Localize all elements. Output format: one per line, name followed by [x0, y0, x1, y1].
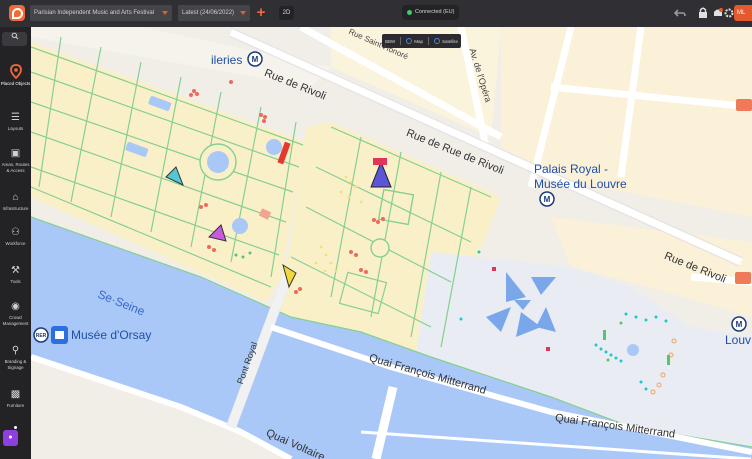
- chevron-down-icon: [240, 11, 246, 15]
- metro-louvre-rivoli-icon[interactable]: M: [731, 316, 747, 332]
- top-bar: Parisian Independent Music and Arts Fest…: [0, 0, 752, 27]
- google-icon: [406, 38, 413, 44]
- sidebar-item-infrastructure[interactable]: ⌂ Infrastructure: [0, 192, 31, 212]
- sidebar-item-crowd-management[interactable]: ◉ Crowd Management: [0, 301, 31, 326]
- layouts-icon: ☰: [11, 112, 20, 123]
- fountain-basin: [207, 151, 229, 173]
- version-select-value: Latest (24/06/2022): [182, 10, 235, 16]
- connection-status: Connected (EU): [402, 5, 459, 20]
- metro-symbol: M: [736, 320, 743, 329]
- infrastructure-icon: ⌂: [12, 192, 19, 203]
- poi-icon[interactable]: [735, 272, 751, 284]
- sidebar-item-label: Workforce: [5, 241, 26, 246]
- map-pin-icon: [0, 64, 31, 80]
- fountain-basin: [232, 218, 248, 234]
- map-canvas[interactable]: M M M RER BBW Map Satellite ileries Rue …: [31, 27, 752, 459]
- map-type-option-satellite[interactable]: Satellite: [434, 38, 458, 44]
- project-select-value: Parisian Independent Music and Arts Fest…: [34, 10, 155, 16]
- app-logo-icon[interactable]: [9, 5, 25, 21]
- sidebar-item-placed-objects[interactable]: Placed Objects: [0, 64, 31, 87]
- label-tuileries: ileries: [211, 53, 243, 67]
- chevron-down-icon: [162, 11, 168, 15]
- separator: [400, 37, 402, 45]
- sidebar-item-furniture[interactable]: ▩ Furniture: [0, 389, 31, 409]
- sidebar-item-areas-routes[interactable]: ▣ Areas, Routes & Access: [0, 148, 31, 173]
- sidebar: Placed Objects ☰ Layouts ▣ Areas, Routes…: [0, 27, 31, 459]
- metro-palais-royal-icon[interactable]: M: [539, 191, 555, 207]
- project-select[interactable]: Parisian Independent Music and Arts Fest…: [30, 5, 172, 21]
- lock-icon[interactable]: [697, 6, 709, 20]
- sidebar-item-label: Placed Objects: [0, 81, 31, 86]
- areas-routes-icon: ▣: [10, 148, 21, 159]
- label-louvre-edge: Louv: [725, 333, 752, 347]
- sidebar-item-layouts[interactable]: ☰ Layouts: [0, 112, 31, 132]
- metro-tuileries-icon[interactable]: M: [247, 51, 263, 67]
- version-select[interactable]: Latest (24/06/2022): [178, 5, 250, 21]
- barrier-object[interactable]: [667, 355, 670, 365]
- sidebar-item-workforce[interactable]: ⚇ Workforce: [0, 227, 31, 247]
- poi-icon[interactable]: [736, 99, 752, 111]
- marker-object[interactable]: [546, 347, 550, 351]
- sidebar-item-tools[interactable]: ⚒ Tools: [0, 265, 31, 285]
- connection-status-text: Connected (EU): [415, 9, 455, 15]
- fountain-ring: [370, 238, 390, 258]
- fountain-basin: [627, 344, 639, 356]
- museum-icon[interactable]: [51, 326, 68, 344]
- furniture-icon: ▩: [10, 389, 21, 400]
- map-drawing[interactable]: M M M RER: [31, 27, 752, 459]
- google-icon: [434, 38, 441, 44]
- status-dot-icon: [407, 10, 412, 15]
- rer-icon[interactable]: RER: [33, 327, 49, 343]
- separator: [428, 37, 430, 45]
- label-palais-royal-2: Musée du Louvre: [534, 177, 627, 191]
- fountain-basin: [266, 139, 282, 155]
- sidebar-item-label: Infrastructure: [2, 206, 29, 211]
- undo-icon[interactable]: [673, 6, 686, 20]
- marker-object[interactable]: [492, 267, 496, 271]
- search-icon: [11, 32, 18, 40]
- map-type-label: Map: [414, 38, 424, 44]
- user-avatar[interactable]: ML: [734, 5, 752, 21]
- branding-signage-icon: ⚲: [11, 345, 20, 356]
- stage-object-top[interactable]: [373, 158, 387, 165]
- barrier-object[interactable]: [603, 330, 606, 340]
- map-type-label: Satellite: [442, 38, 459, 44]
- add-version-button[interactable]: +: [255, 4, 267, 22]
- sidebar-item-label: Tools: [10, 279, 21, 284]
- metro-symbol: M: [252, 55, 259, 64]
- sidebar-item-label: Furniture: [6, 403, 25, 408]
- map-type-option-map[interactable]: Map: [406, 38, 423, 44]
- rer-symbol: RER: [36, 333, 47, 339]
- divider-dot: [14, 426, 17, 429]
- sidebar-item-label: Areas, Routes & Access: [1, 162, 30, 173]
- crowd-management-icon: ◉: [11, 301, 20, 312]
- sidebar-item-branding-signage[interactable]: ⚲ Branding & Signage: [0, 345, 31, 370]
- help-chat-button[interactable]: ●: [3, 430, 18, 446]
- view-mode-button[interactable]: 2D: [279, 6, 294, 20]
- sidebar-item-label: Layouts: [7, 126, 24, 131]
- label-musee-orsay: Musée d'Orsay: [71, 328, 152, 342]
- workforce-icon: ⚇: [11, 227, 20, 238]
- search-button[interactable]: [2, 32, 27, 46]
- sidebar-item-label: Branding & Signage: [4, 359, 27, 370]
- label-palais-royal-1: Palais Royal -: [534, 162, 609, 176]
- tools-icon: ⚒: [11, 265, 20, 276]
- sidebar-item-label: Crowd Management: [2, 315, 29, 326]
- metro-symbol: M: [544, 195, 551, 204]
